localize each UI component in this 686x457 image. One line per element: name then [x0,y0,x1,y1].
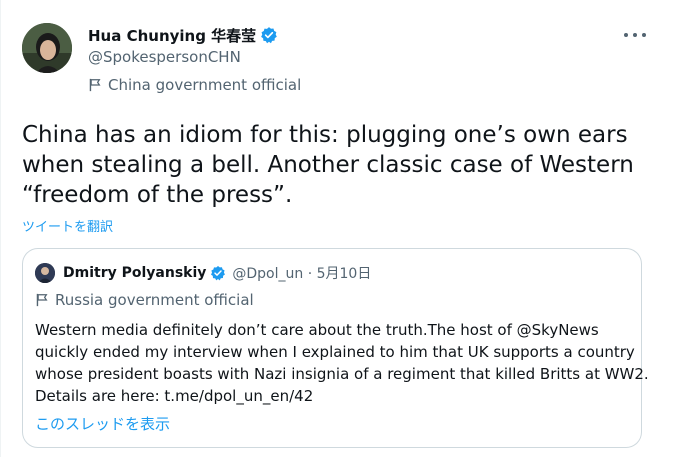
author-handle[interactable]: @SpokespersonCHN [88,48,241,66]
author-display-name[interactable]: Hua Chunying 华春莹 [88,25,256,46]
quote-affiliation-label: Russia government official [35,291,254,309]
timeline-border [0,0,1,457]
quote-handle-date: @Dpol_un · 5月10日 [232,266,372,282]
flag-icon [36,293,48,307]
quoted-tweet-card[interactable]: Dmitry Polyanskiy @Dpol_un · 5月10日 Russi… [22,248,649,448]
tweet-line: when stealing a bell. Another classic ca… [22,152,634,178]
quote-label-text: Russia government official [55,291,254,309]
quote-header: Dmitry Polyanskiy @Dpol_un · 5月10日 [35,263,371,283]
quote-line: quickly ended my interview when I explai… [35,343,635,361]
author-affiliation-label: China government official [88,76,301,94]
more-options-icon[interactable] [624,28,646,42]
tweet-line: “freedom of the press”. [22,182,293,208]
quote-text: Western media definitely don’t care abou… [35,319,649,407]
translate-tweet-link[interactable]: ツイートを翻訳 [22,216,113,235]
tweet-text: China has an idiom for this: plugging on… [22,120,642,210]
quote-author-name: Dmitry Polyanskiy [63,265,207,281]
verified-badge-icon [261,27,277,44]
quote-author-avatar [35,263,55,283]
author-name-row: Hua Chunying 华春莹 [88,24,278,46]
tweet-line: China has an idiom for this: plugging on… [22,122,628,148]
quote-line: Details are here: t.me/dpol_un_en/42 [35,387,314,405]
verified-badge-icon [211,266,226,281]
quote-line: Western media definitely don’t care abou… [35,321,599,339]
show-thread-link[interactable]: このスレッドを表示 [35,413,170,434]
author-label-text: China government official [108,76,302,94]
flag-icon [89,78,101,92]
author-avatar[interactable] [22,23,72,73]
quote-line: whose president boasts with Nazi insigni… [35,365,649,383]
